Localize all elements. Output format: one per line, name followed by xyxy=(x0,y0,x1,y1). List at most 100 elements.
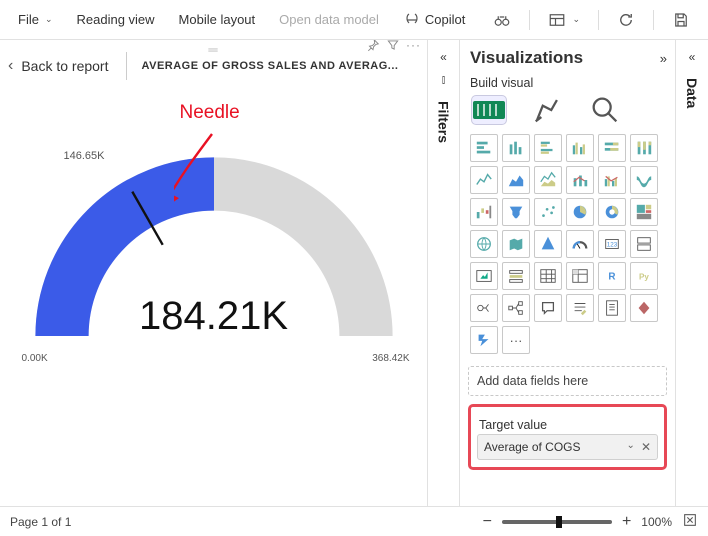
status-bar: Page 1 of 1 − + 100% xyxy=(0,506,708,536)
remove-field-icon[interactable]: ✕ xyxy=(641,440,651,454)
refresh-icon xyxy=(617,11,635,29)
pane-tabs xyxy=(468,94,667,130)
top-toolbar: File ⌄ Reading view Mobile layout Open d… xyxy=(0,0,708,40)
viz-line-clustered-column[interactable] xyxy=(598,166,626,194)
gauge-min-label: 0.00K xyxy=(22,353,48,364)
gauge-visual[interactable]: Needle 146.65K 184.21K 0.00K 368.42K xyxy=(24,106,404,376)
pill-actions: ⌄ ✕ xyxy=(627,440,651,454)
tab-analytics[interactable] xyxy=(588,96,622,124)
visual-title: AVERAGE OF GROSS SALES AND AVERAG... xyxy=(141,60,419,72)
viz-powerapps[interactable] xyxy=(630,294,658,322)
field-well-values[interactable]: Add data fields here xyxy=(468,366,667,396)
reading-view-button[interactable]: Reading view xyxy=(67,6,165,33)
annotation-needle-text: Needle xyxy=(180,102,240,124)
filter-mini-icon: ⫾ xyxy=(442,74,446,87)
save-button[interactable] xyxy=(662,5,700,35)
back-arrow-icon[interactable]: ‹ xyxy=(8,54,21,78)
copilot-button[interactable]: Copilot xyxy=(393,5,475,35)
chevron-down-icon: ⌄ xyxy=(572,14,580,25)
viz-more[interactable]: ··· xyxy=(502,326,530,354)
viz-scatter[interactable] xyxy=(534,198,562,226)
target-value-callout: Target value Average of COGS ⌄ ✕ xyxy=(468,404,667,470)
viz-area[interactable] xyxy=(502,166,530,194)
chevron-down-icon: ⌄ xyxy=(45,14,53,25)
viz-smart-narrative[interactable] xyxy=(566,294,594,322)
collapse-right-icon[interactable]: » xyxy=(660,51,667,66)
save-icon xyxy=(672,11,690,29)
viz-filled-map[interactable] xyxy=(502,230,530,258)
file-menu[interactable]: File ⌄ xyxy=(8,6,63,33)
viz-waterfall[interactable] xyxy=(470,198,498,226)
svg-text:R: R xyxy=(608,272,615,283)
viz-100-stacked-bar[interactable] xyxy=(598,134,626,162)
gauge-value: 184.21K xyxy=(24,294,404,339)
viz-clustered-bar[interactable] xyxy=(534,134,562,162)
data-pane-collapsed[interactable]: « Data xyxy=(676,40,708,506)
viz-stacked-column[interactable] xyxy=(502,134,530,162)
file-label: File xyxy=(18,12,39,27)
view-options-button[interactable]: ⌄ xyxy=(538,5,590,35)
viz-kpi[interactable] xyxy=(470,262,498,290)
open-data-model-button: Open data model xyxy=(269,6,389,33)
viz-line[interactable] xyxy=(470,166,498,194)
viz-r-visual[interactable]: R xyxy=(598,262,626,290)
viz-powerautomate[interactable] xyxy=(470,326,498,354)
separator xyxy=(598,10,599,30)
viz-treemap[interactable] xyxy=(630,198,658,226)
chevron-down-icon[interactable]: ⌄ xyxy=(627,440,635,454)
viz-matrix[interactable] xyxy=(566,262,594,290)
refresh-button[interactable] xyxy=(607,5,645,35)
expand-left-icon[interactable]: « xyxy=(689,50,696,64)
filters-pane-collapsed[interactable]: « ⫾ Filters xyxy=(428,40,460,506)
svg-text:123: 123 xyxy=(607,242,618,249)
viz-key-influencers[interactable] xyxy=(470,294,498,322)
viz-gauge[interactable] xyxy=(566,230,594,258)
viz-table[interactable] xyxy=(534,262,562,290)
visualizations-pane: Visualizations » Build visual xyxy=(460,40,676,506)
viz-map[interactable] xyxy=(470,230,498,258)
viz-azure-map[interactable] xyxy=(534,230,562,258)
viz-slicer[interactable] xyxy=(502,262,530,290)
viz-pie[interactable] xyxy=(566,198,594,226)
expand-left-icon[interactable]: « xyxy=(440,50,447,64)
target-value-field-pill[interactable]: Average of COGS ⌄ ✕ xyxy=(477,434,658,460)
viz-paginated-report[interactable] xyxy=(598,294,626,322)
zoom-out-button[interactable]: − xyxy=(483,513,492,531)
tab-build-visual[interactable] xyxy=(472,96,506,124)
copilot-label: Copilot xyxy=(425,12,465,27)
target-value-label: Target value xyxy=(479,418,656,432)
layout-icon xyxy=(548,11,566,29)
viz-donut[interactable] xyxy=(598,198,626,226)
page-indicator[interactable]: Page 1 of 1 xyxy=(10,515,71,529)
viz-decomposition-tree[interactable] xyxy=(502,294,530,322)
viz-stacked-bar[interactable] xyxy=(470,134,498,162)
viz-ribbon[interactable] xyxy=(630,166,658,194)
viz-clustered-column[interactable] xyxy=(566,134,594,162)
viz-line-stacked-column[interactable] xyxy=(566,166,594,194)
mobile-layout-button[interactable]: Mobile layout xyxy=(169,6,266,33)
fit-to-page-button[interactable] xyxy=(682,512,698,531)
zoom-level[interactable]: 100% xyxy=(641,515,672,529)
viz-funnel[interactable] xyxy=(502,198,530,226)
separator xyxy=(529,10,530,30)
report-canvas[interactable]: ═ ··· ‹ Back to report AVERAGE OF GROSS … xyxy=(0,40,428,506)
visualization-picker: 123 R Py ··· xyxy=(470,134,667,354)
divider xyxy=(126,52,127,80)
data-tab-label: Data xyxy=(684,78,700,108)
more-label: ··· xyxy=(510,333,523,348)
viz-stacked-area[interactable] xyxy=(534,166,562,194)
viz-py-visual[interactable]: Py xyxy=(630,262,658,290)
tab-format-visual[interactable] xyxy=(530,96,564,124)
visualizations-title: Visualizations xyxy=(470,48,583,68)
back-to-report-link[interactable]: Back to report xyxy=(21,58,108,74)
viz-100-stacked-column[interactable] xyxy=(630,134,658,162)
viz-card[interactable]: 123 xyxy=(598,230,626,258)
zoom-in-button[interactable]: + xyxy=(622,513,631,531)
gauge-target-label: 146.65K xyxy=(64,150,105,162)
gauge-max-label: 368.42K xyxy=(372,353,409,364)
viz-multirow-card[interactable] xyxy=(630,230,658,258)
zoom-slider[interactable] xyxy=(502,520,612,524)
separator xyxy=(653,10,654,30)
binoculars-button[interactable] xyxy=(483,5,521,35)
viz-qa[interactable] xyxy=(534,294,562,322)
